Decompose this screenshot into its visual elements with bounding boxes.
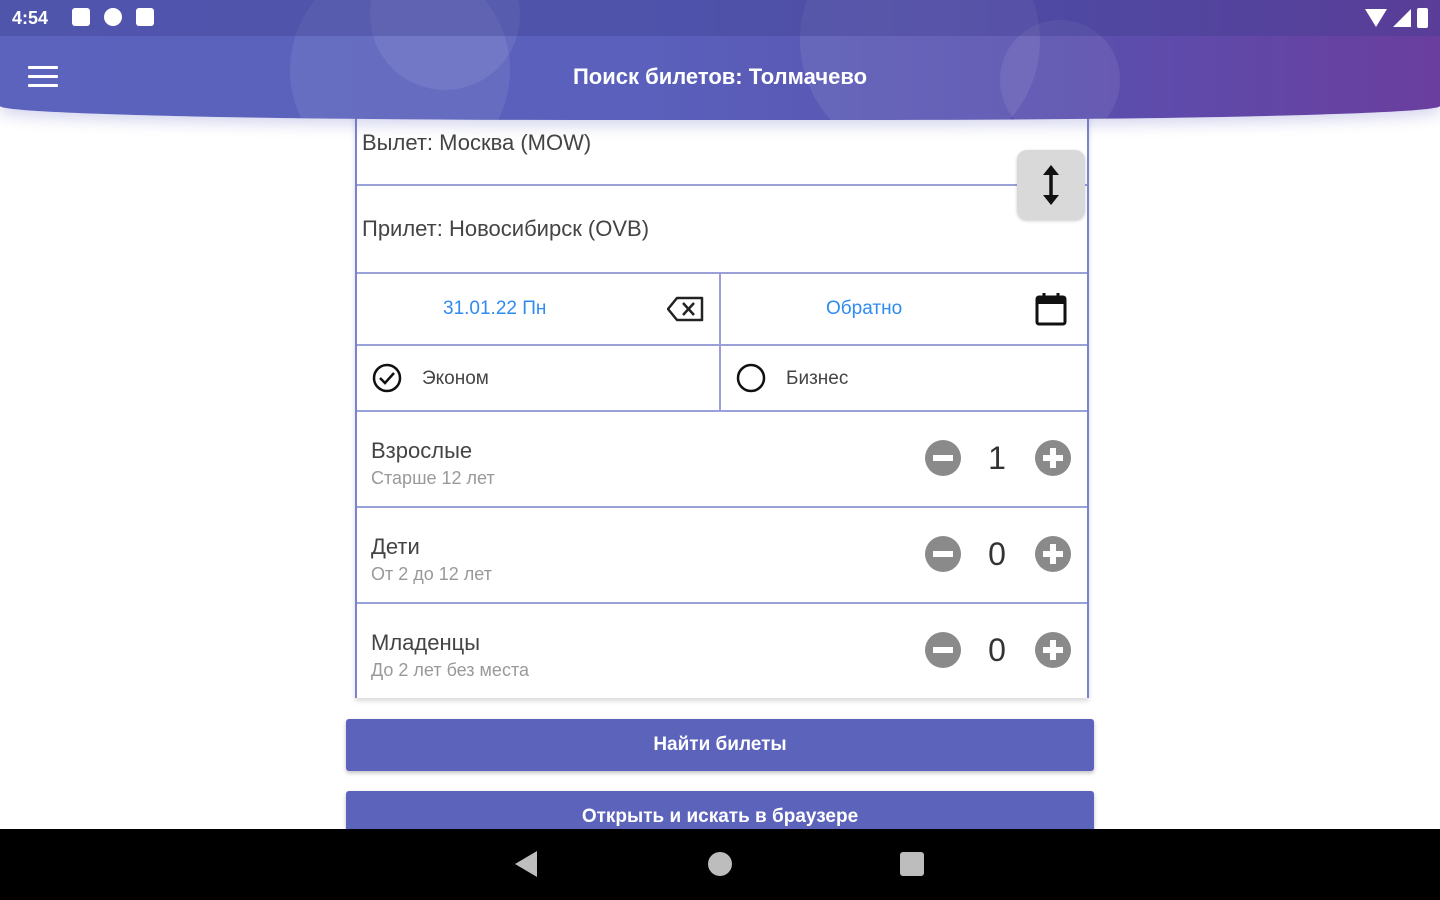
swap-vertical-icon [1043, 165, 1059, 205]
return-date-cell[interactable]: Обратно [721, 274, 1083, 344]
backspace-clear-icon[interactable] [667, 296, 705, 322]
minus-circle-icon[interactable] [925, 632, 961, 668]
app-bar: 4:54 Поиск билетов: Толмачево [0, 0, 1440, 120]
passenger-row-children: Дети От 2 до 12 лет 0 [357, 508, 1087, 604]
arrival-text: Прилет: Новосибирск (OVB) [362, 216, 650, 241]
page-title: Поиск билетов: Толмачево [572, 64, 868, 89]
dates-row: 31.01.22 Пн Обратно [357, 274, 1087, 346]
signal-icon [1393, 9, 1411, 27]
passenger-count: 1 [988, 440, 1006, 476]
minus-circle-icon[interactable] [925, 536, 961, 572]
system-nav-bar [0, 829, 1440, 900]
class-economy-option[interactable]: Эконом [357, 346, 721, 410]
passenger-title: Взрослые [371, 438, 473, 463]
notification-p-icon [104, 8, 122, 26]
plus-circle-icon[interactable] [1035, 632, 1071, 668]
class-business-label: Бизнес [786, 368, 849, 389]
return-date[interactable]: Обратно [826, 298, 902, 320]
recents-square-icon[interactable] [900, 852, 924, 876]
back-triangle-icon[interactable] [515, 851, 537, 877]
passenger-title: Младенцы [371, 630, 481, 655]
class-business-option[interactable]: Бизнес [721, 346, 1083, 410]
passenger-row-infants: Младенцы До 2 лет без места 0 [357, 604, 1087, 698]
plus-circle-icon[interactable] [1035, 440, 1071, 476]
notification-a-icon [72, 8, 90, 26]
status-icons-right [1365, 8, 1428, 28]
calendar-icon[interactable] [1035, 292, 1067, 326]
status-bar: 4:54 [0, 0, 1440, 36]
screen: 4:54 Поиск билетов: Толмачево Вылет: Мос… [0, 0, 1440, 900]
radio-empty-icon [736, 363, 766, 393]
check-circle-icon [372, 363, 402, 393]
plus-circle-icon[interactable] [1035, 536, 1071, 572]
passenger-subtitle: От 2 до 12 лет [371, 564, 492, 584]
search-form-card: Вылет: Москва (MOW) Прилет: Новосибирск … [355, 100, 1089, 698]
passenger-subtitle: Старше 12 лет [371, 468, 495, 488]
swap-direction-button[interactable] [1017, 150, 1085, 220]
arrival-field[interactable]: Прилет: Новосибирск (OVB) [357, 186, 1087, 274]
find-tickets-button[interactable]: Найти билеты [346, 719, 1094, 771]
departure-text: Вылет: Москва (MOW) [362, 130, 592, 155]
passenger-subtitle: До 2 лет без места [371, 660, 529, 680]
sd-card-icon [136, 8, 154, 26]
status-time: 4:54 [12, 8, 49, 28]
departure-field[interactable]: Вылет: Москва (MOW) [357, 128, 1087, 186]
class-economy-label: Эконом [422, 368, 489, 389]
passenger-count: 0 [988, 536, 1006, 572]
depart-date-cell[interactable]: 31.01.22 Пн [357, 274, 721, 344]
battery-icon [1417, 8, 1428, 28]
home-circle-icon[interactable] [708, 852, 732, 876]
depart-date[interactable]: 31.01.22 Пн [443, 298, 546, 320]
wifi-icon [1365, 9, 1387, 27]
status-icons-left [72, 8, 154, 26]
passenger-title: Дети [371, 534, 420, 559]
minus-circle-icon[interactable] [925, 440, 961, 476]
passenger-count: 0 [988, 632, 1006, 668]
passenger-row-adults: Взрослые Старше 12 лет 1 [357, 412, 1087, 508]
class-row: Эконом Бизнес [357, 346, 1087, 412]
